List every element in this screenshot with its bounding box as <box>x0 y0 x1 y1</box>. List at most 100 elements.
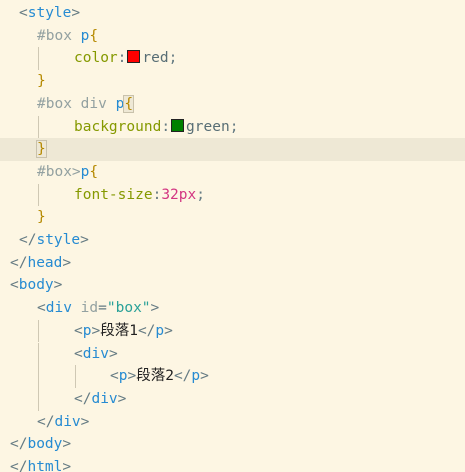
line-content: <body> <box>10 274 62 297</box>
code-line: background: green; <box>0 115 465 139</box>
line-content: </style> <box>19 229 89 252</box>
open-brace-matched: { <box>123 94 135 113</box>
tag-bracket: > <box>53 277 63 294</box>
code-editor[interactable]: <style> #box p{ color: red; } #box div p{… <box>0 0 465 472</box>
tag-bracket: </ <box>74 390 92 407</box>
css-selector: #box> <box>37 163 81 180</box>
tag-bracket: > <box>62 436 72 453</box>
text-node: 段落2 <box>136 368 174 385</box>
line-content: <div id="box"> <box>37 297 159 320</box>
code-line: } <box>0 70 465 93</box>
code-line: <p>段落1</p> <box>0 319 465 343</box>
indent-guide <box>38 342 39 366</box>
line-content: </head> <box>10 252 71 275</box>
tag-bracket: > <box>117 390 127 407</box>
css-value: red <box>142 50 169 67</box>
attr-value: "box" <box>106 300 151 317</box>
line-content: <div> <box>74 343 118 366</box>
color-swatch-green[interactable] <box>171 118 185 132</box>
line-content: #box p{ <box>37 25 98 48</box>
line-content: </html> <box>10 456 71 472</box>
code-line: #box p{ <box>0 25 465 48</box>
colon: : <box>117 50 127 67</box>
tag-name: div <box>82 345 109 362</box>
tag-name: html <box>27 459 63 472</box>
tag-bracket: > <box>150 300 160 317</box>
tag-bracket: < <box>19 5 28 21</box>
line-content: color: red; <box>74 47 177 70</box>
close-brace-matched: } <box>36 140 47 159</box>
css-number: 32 <box>161 186 179 203</box>
css-selector: #box <box>37 27 81 44</box>
tag-name: div <box>91 390 118 407</box>
tag-bracket: < <box>74 322 83 339</box>
indent-guide <box>38 183 39 207</box>
line-content: background: green; <box>74 116 238 139</box>
tag-bracket: < <box>10 277 19 294</box>
tag-name: head <box>27 254 63 271</box>
tag-name: p <box>191 368 201 385</box>
indent-guide <box>38 365 39 388</box>
code-line: color: red; <box>0 47 465 71</box>
tag-bracket: </ <box>10 459 28 472</box>
text-node: 段落1 <box>100 322 138 339</box>
indent-guide <box>38 319 39 343</box>
code-line: <p>段落2</p> <box>0 365 465 388</box>
line-content: } <box>36 138 47 161</box>
css-property: color <box>74 50 118 67</box>
tag-name: style <box>36 232 81 248</box>
tag-name: div <box>54 413 81 430</box>
tag-bracket: > <box>127 368 137 385</box>
indent-guide <box>38 47 39 71</box>
css-element: p <box>115 95 125 112</box>
line-content: <style> <box>19 2 80 25</box>
open-brace: { <box>89 27 99 44</box>
tag-bracket: </ <box>10 436 28 453</box>
css-selector: #box div <box>37 95 116 112</box>
line-content: #box div p{ <box>37 93 135 116</box>
code-line: #box div p{ <box>0 93 465 116</box>
tag-bracket: < <box>74 345 83 362</box>
tag-bracket: > <box>62 459 72 472</box>
tag-bracket: </ <box>37 413 55 430</box>
tag-bracket: </ <box>19 232 37 248</box>
tag-name: body <box>18 277 54 294</box>
indent-guide <box>38 115 39 139</box>
line-content: #box>p{ <box>37 161 98 184</box>
current-line: } <box>0 138 465 161</box>
tag-bracket: > <box>80 413 90 430</box>
semicolon: ; <box>196 186 205 203</box>
semicolon: ; <box>229 118 239 135</box>
code-line: </body> <box>0 433 465 456</box>
attr-name: id <box>80 300 99 317</box>
color-swatch-red[interactable] <box>127 50 141 64</box>
line-content: </body> <box>10 433 71 456</box>
tag-bracket: < <box>110 368 119 385</box>
tag-bracket: > <box>200 368 209 385</box>
colon: : <box>152 186 162 203</box>
tag-name: div <box>45 300 72 317</box>
tag-name: body <box>27 436 63 453</box>
tag-bracket: > <box>80 232 89 248</box>
code-line: <body> <box>0 274 465 297</box>
css-property: font-size <box>74 186 153 203</box>
line-content: font-size:32px; <box>74 184 205 207</box>
css-property: background <box>74 118 162 135</box>
tag-bracket: </ <box>10 254 28 271</box>
equals: = <box>98 300 107 317</box>
tag-bracket: < <box>37 300 46 317</box>
tag-name: style <box>27 5 72 21</box>
css-unit: px <box>178 186 197 203</box>
line-content: </div> <box>74 388 126 411</box>
code-line: </div> <box>0 387 465 411</box>
tag-name: p <box>155 322 165 339</box>
css-value: green <box>186 118 230 135</box>
code-line: font-size:32px; <box>0 183 465 207</box>
code-line: } <box>0 206 465 229</box>
indent-guide <box>75 365 76 388</box>
code-line: <div> <box>0 342 465 366</box>
tag-bracket: </ <box>173 368 192 385</box>
line-content: } <box>37 206 46 229</box>
tag-bracket: > <box>108 345 118 362</box>
